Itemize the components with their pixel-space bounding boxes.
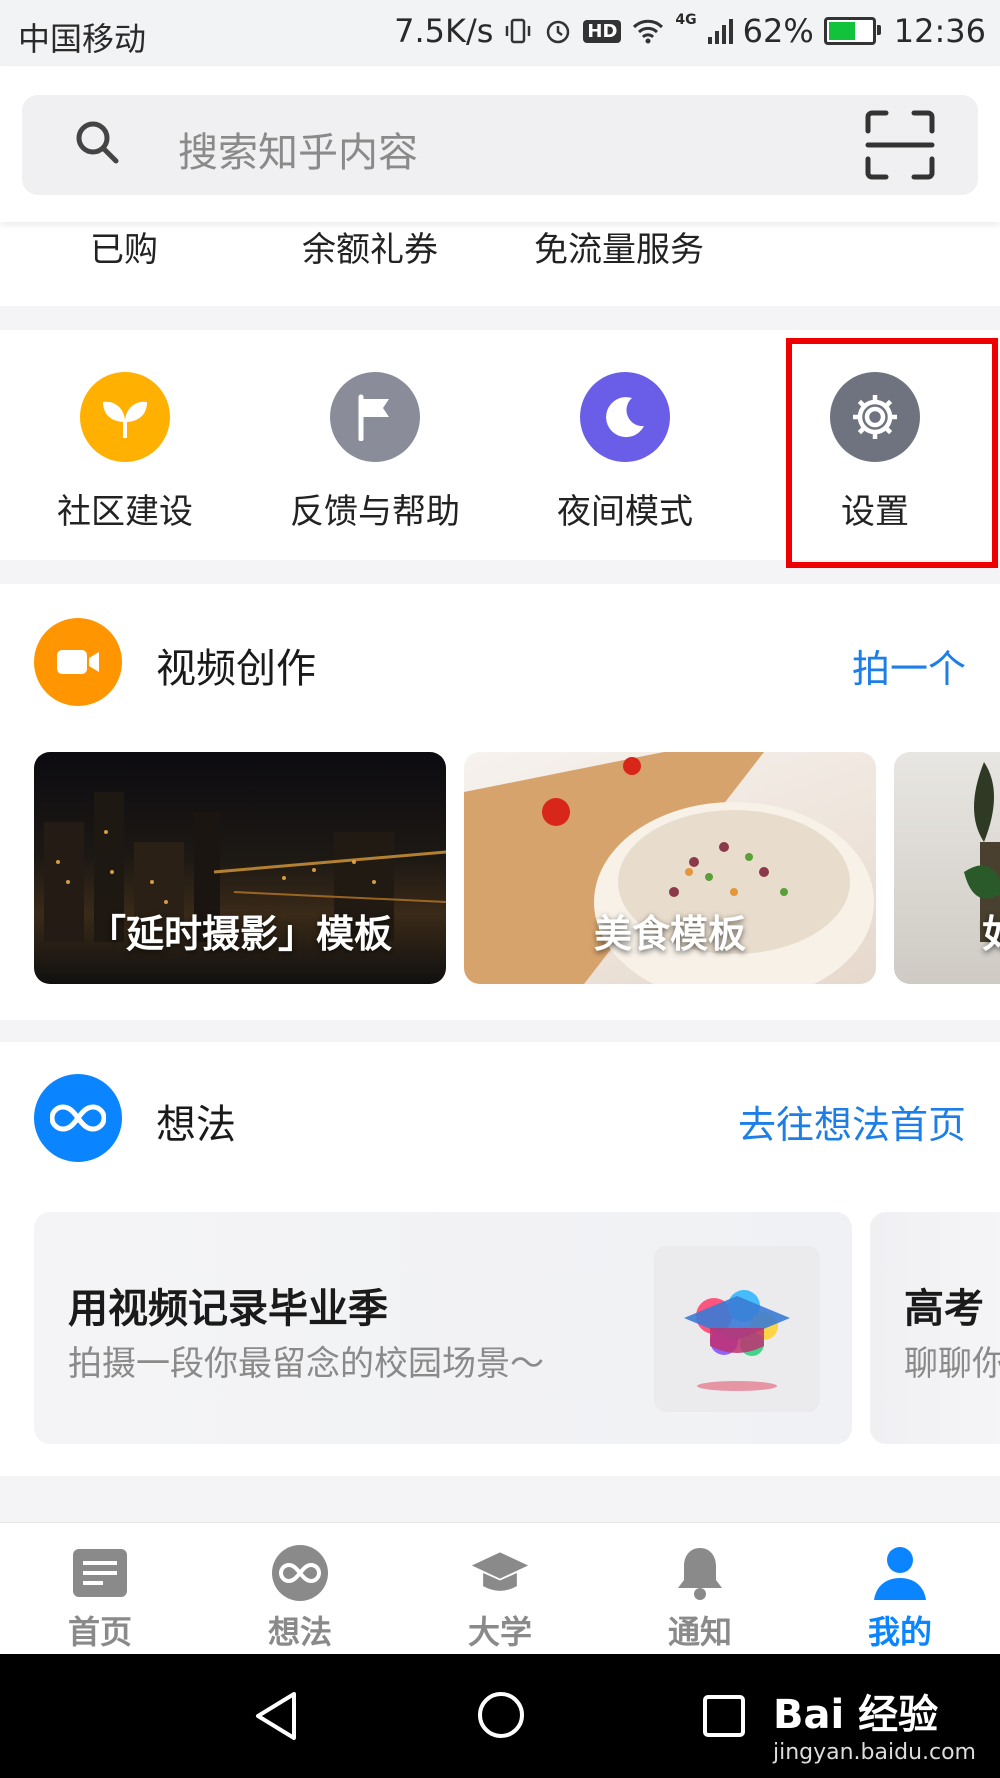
template-label: 「延时摄影」模板 <box>87 912 392 956</box>
home-icon[interactable] <box>476 1690 526 1744</box>
hd-badge: HD <box>583 19 622 43</box>
section-title: 视频创作 <box>156 646 316 692</box>
search-input[interactable]: 搜索知乎内容 <box>178 120 418 178</box>
sprout-icon <box>80 372 170 462</box>
idea-topic-card[interactable]: 高考 聊聊你 <box>870 1212 1000 1444</box>
ideas-icon <box>270 1543 330 1603</box>
night-mode-button[interactable]: 夜间模式 <box>500 330 750 560</box>
watermark-url: jingyan.baidu.com <box>772 1740 976 1765</box>
idea-card-subtitle: 拍摄一段你最留念的校园场景～ <box>68 1344 544 1384</box>
recents-icon[interactable] <box>702 1694 746 1742</box>
timelapse-template-card[interactable]: 「延时摄影」模板 <box>34 752 446 984</box>
watermark: Bai 经验 jingyan.baidu.com <box>773 1682 976 1765</box>
highlight-box <box>786 338 998 568</box>
idea-card-title: 用视频记录毕业季 <box>68 1286 388 1332</box>
tab-label: 想法 <box>267 1613 332 1651</box>
battery-icon <box>823 17 881 45</box>
moon-icon <box>580 372 670 462</box>
carrier-label: 中国移动 <box>18 20 147 58</box>
home-feed-icon <box>70 1543 130 1603</box>
tool-label: 反馈与帮助 <box>290 492 460 532</box>
graduation-cap-icon <box>470 1543 530 1603</box>
network-type: 4G <box>675 12 697 28</box>
battery-percent: 62% <box>742 12 814 50</box>
tab-me[interactable]: 我的 <box>800 1523 1000 1655</box>
video-creation-section: 视频创作 拍一个 「延时摄影」模板 美食模板 <box>0 584 1000 1020</box>
tool-label: 夜间模式 <box>557 492 693 532</box>
bottom-tab-bar: 首页 想法 大学 通知 我的 <box>0 1522 1000 1655</box>
wallet-row: 已购 余额礼券 免流量服务 <box>0 222 1000 306</box>
idea-card-title: 高考 <box>904 1286 984 1332</box>
tab-label: 我的 <box>867 1613 932 1651</box>
food-template-card[interactable]: 美食模板 <box>464 752 876 984</box>
search-icon[interactable] <box>72 117 124 173</box>
scan-icon[interactable] <box>864 109 936 185</box>
tab-notifications[interactable]: 通知 <box>600 1523 800 1655</box>
clock: 12:36 <box>893 12 986 50</box>
status-bar: 中国移动 7.5K/s HD 4G 62% 12:36 <box>0 0 1000 66</box>
signal-icon <box>707 17 733 45</box>
alarm-icon <box>543 16 573 46</box>
shoot-one-link[interactable]: 拍一个 <box>852 638 966 693</box>
purchased-link[interactable]: 已购 <box>90 222 158 271</box>
back-icon[interactable] <box>252 1690 302 1746</box>
tab-label: 通知 <box>667 1613 732 1651</box>
idea-card-subtitle: 聊聊你 <box>904 1344 1000 1384</box>
vibrate-icon <box>503 16 533 46</box>
flag-icon <box>330 372 420 462</box>
tab-university[interactable]: 大学 <box>400 1523 600 1655</box>
wifi-icon <box>631 17 665 45</box>
free-data-service-link[interactable]: 免流量服务 <box>534 222 704 271</box>
bell-icon <box>670 1543 730 1603</box>
tab-label: 大学 <box>467 1613 532 1651</box>
template-label: 如 <box>982 903 1000 958</box>
tab-label: 首页 <box>67 1613 132 1651</box>
balance-coupons-link[interactable]: 余额礼券 <box>302 222 438 271</box>
video-camera-icon <box>34 618 122 706</box>
go-to-ideas-home-link[interactable]: 去往想法首页 <box>738 1094 966 1149</box>
idea-topic-card[interactable]: 用视频记录毕业季 拍摄一段你最留念的校园场景～ <box>34 1212 852 1444</box>
tab-ideas[interactable]: 想法 <box>200 1523 400 1655</box>
feedback-help-button[interactable]: 反馈与帮助 <box>250 330 500 560</box>
person-icon <box>870 1543 930 1603</box>
more-template-card[interactable]: 如 <box>894 752 1000 984</box>
watermark-brand: Bai 经验 <box>772 1692 939 1738</box>
search-header: 搜索知乎内容 <box>0 66 1000 222</box>
tool-label: 社区建设 <box>57 492 193 532</box>
section-title: 想法 <box>156 1102 236 1148</box>
graduation-cap-image <box>654 1246 820 1412</box>
community-building-button[interactable]: 社区建设 <box>0 330 250 560</box>
ideas-section: 想法 去往想法首页 用视频记录毕业季 拍摄一段你最留念的校园场景～ 高考 聊聊你 <box>0 1042 1000 1476</box>
battery-level <box>828 22 855 40</box>
infinity-icon <box>34 1074 122 1162</box>
tab-home[interactable]: 首页 <box>0 1523 200 1655</box>
network-speed: 7.5K/s <box>394 12 494 50</box>
search-bar[interactable]: 搜索知乎内容 <box>22 95 978 195</box>
template-label: 美食模板 <box>593 912 746 956</box>
